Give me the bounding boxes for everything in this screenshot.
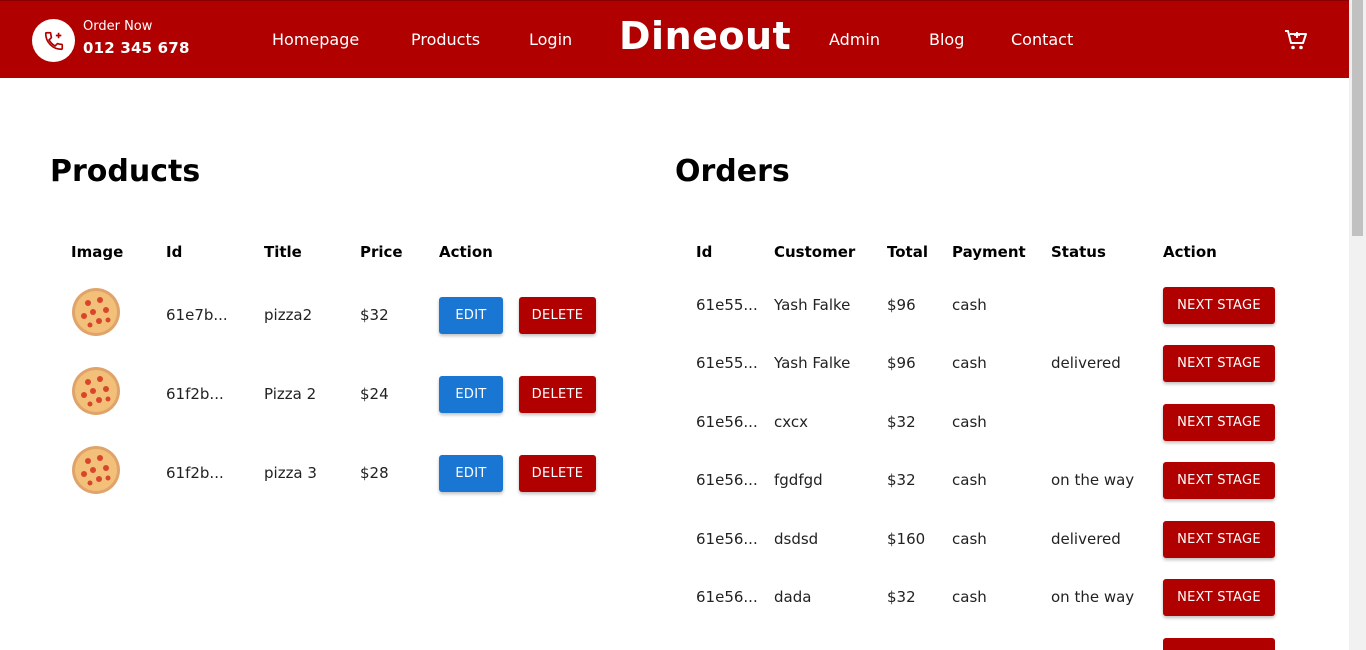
col-status: Status	[1051, 243, 1106, 261]
next-stage-button-partial[interactable]	[1163, 638, 1275, 650]
product-price: $24	[360, 385, 389, 403]
product-title: pizza2	[264, 306, 313, 324]
order-customer: dada	[774, 588, 812, 606]
order-total: $96	[887, 296, 916, 314]
order-customer: fgdfgd	[774, 471, 823, 489]
orders-title: Orders	[675, 154, 790, 189]
order-id: 61e56...	[696, 588, 758, 606]
next-stage-button[interactable]: NEXT STAGE	[1163, 287, 1275, 324]
col-action: Action	[439, 243, 493, 261]
order-customer: Yash Falke	[774, 354, 851, 372]
nav-blog[interactable]: Blog	[929, 30, 964, 49]
order-status: on the way	[1051, 588, 1135, 606]
order-status: on the way	[1051, 471, 1135, 489]
next-stage-button[interactable]: NEXT STAGE	[1163, 521, 1275, 558]
nav-contact[interactable]: Contact	[1011, 30, 1073, 49]
order-total: $32	[887, 413, 916, 431]
order-id: 61e56...	[696, 413, 758, 431]
nav-products[interactable]: Products	[411, 30, 480, 49]
nav-admin[interactable]: Admin	[829, 30, 880, 49]
cart-icon	[1285, 30, 1307, 50]
product-id: 61f2b...	[166, 385, 224, 403]
edit-button[interactable]: EDIT	[439, 455, 503, 492]
order-payment: cash	[952, 588, 987, 606]
order-total: $96	[887, 354, 916, 372]
scrollbar-thumb[interactable]	[1352, 0, 1363, 236]
order-id: 61e55...	[696, 354, 758, 372]
phone-number: 012 345 678	[83, 39, 190, 57]
order-customer: dsdsd	[774, 530, 819, 548]
order-payment: cash	[952, 530, 987, 548]
order-payment: cash	[952, 354, 987, 372]
nav-login[interactable]: Login	[529, 30, 572, 49]
col-order-action: Action	[1163, 243, 1217, 261]
order-total: $160	[887, 530, 926, 548]
order-payment: cash	[952, 471, 987, 489]
order-customer: Yash Falke	[774, 296, 851, 314]
order-id: 61e55...	[696, 296, 758, 314]
col-title: Title	[264, 243, 302, 261]
col-order-id: Id	[696, 243, 713, 261]
product-id: 61e7b...	[166, 306, 228, 324]
edit-button[interactable]: EDIT	[439, 376, 503, 413]
order-payment: cash	[952, 296, 987, 314]
product-title: Pizza 2	[264, 385, 317, 403]
edit-button[interactable]: EDIT	[439, 297, 503, 334]
col-image: Image	[71, 243, 124, 261]
product-price: $28	[360, 464, 389, 482]
next-stage-button[interactable]: NEXT STAGE	[1163, 462, 1275, 499]
navbar: Order Now 012 345 678 Homepage Products …	[0, 0, 1349, 78]
order-payment: cash	[952, 413, 987, 431]
next-stage-button[interactable]: NEXT STAGE	[1163, 404, 1275, 441]
next-stage-button[interactable]: NEXT STAGE	[1163, 579, 1275, 616]
product-price: $32	[360, 306, 389, 324]
pizza-image	[72, 367, 120, 415]
cart-button[interactable]	[1283, 28, 1309, 56]
delete-button[interactable]: DELETE	[519, 376, 596, 413]
order-customer: cxcx	[774, 413, 808, 431]
order-total: $32	[887, 588, 916, 606]
col-payment: Payment	[952, 243, 1026, 261]
phone-button[interactable]	[32, 19, 75, 62]
col-id: Id	[166, 243, 183, 261]
order-status: delivered	[1051, 530, 1121, 548]
delete-button[interactable]: DELETE	[519, 297, 596, 334]
nav-homepage[interactable]: Homepage	[272, 30, 359, 49]
product-title: pizza 3	[264, 464, 317, 482]
order-now-label: Order Now	[83, 19, 153, 34]
phone-add-icon	[44, 31, 63, 50]
brand-logo[interactable]: Dineout	[619, 14, 791, 58]
products-title: Products	[50, 154, 201, 189]
col-total: Total	[887, 243, 928, 261]
order-id: 61e56...	[696, 530, 758, 548]
col-price: Price	[360, 243, 403, 261]
order-id: 61e56...	[696, 471, 758, 489]
order-status: delivered	[1051, 354, 1121, 372]
delete-button[interactable]: DELETE	[519, 455, 596, 492]
pizza-image	[72, 288, 120, 336]
col-customer: Customer	[774, 243, 856, 261]
next-stage-button[interactable]: NEXT STAGE	[1163, 345, 1275, 382]
order-total: $32	[887, 471, 916, 489]
pizza-image	[72, 446, 120, 494]
product-id: 61f2b...	[166, 464, 224, 482]
